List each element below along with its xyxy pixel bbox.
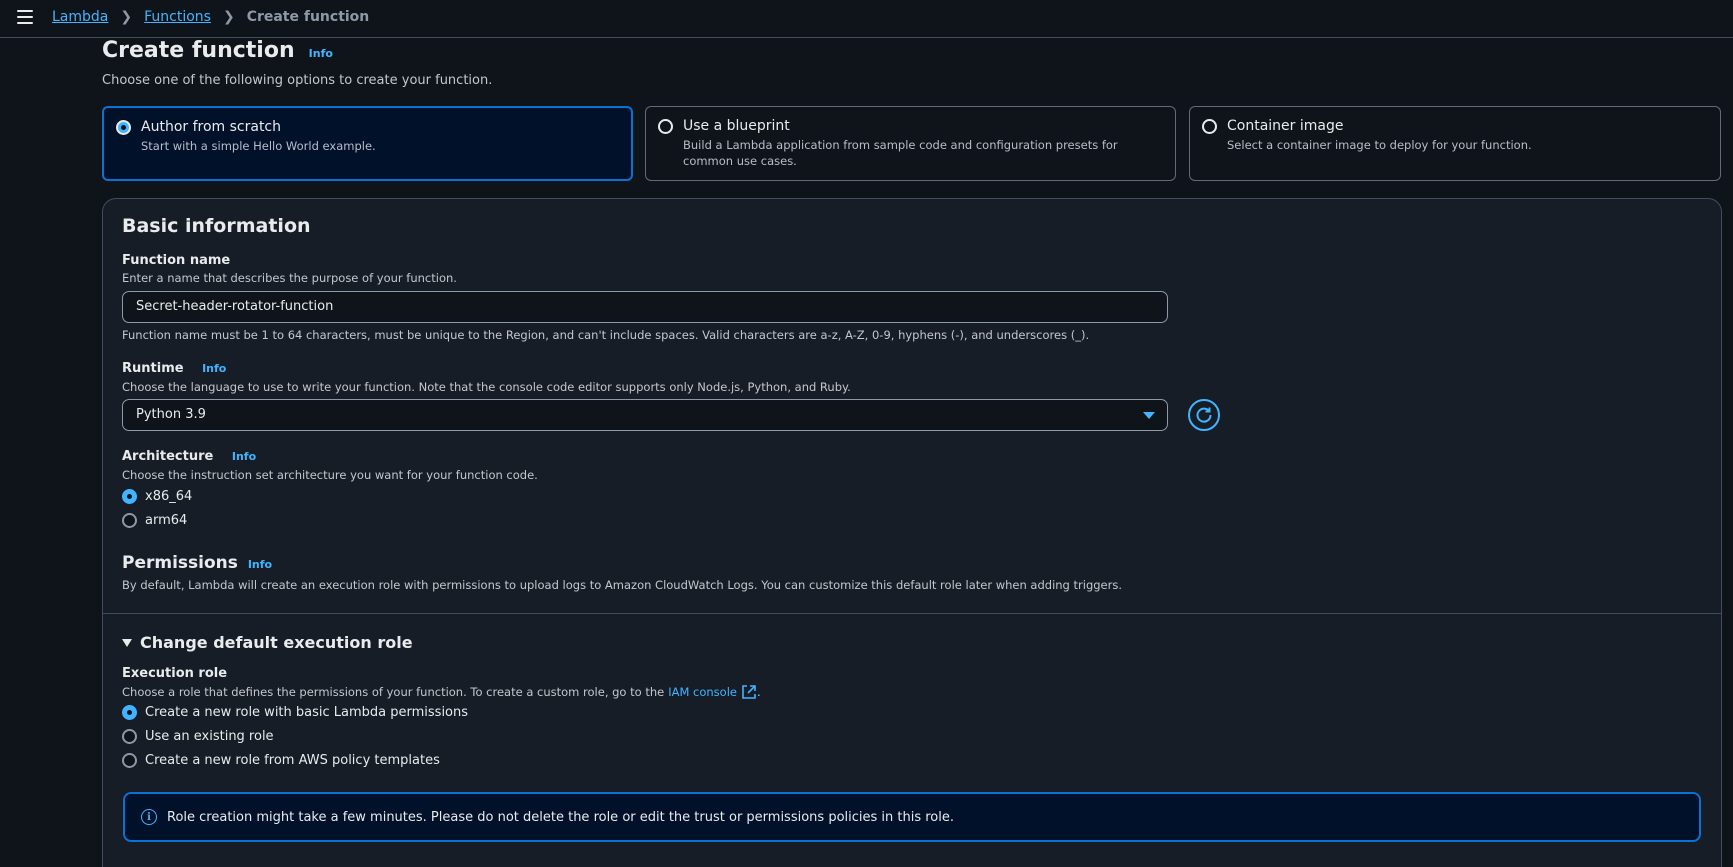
radio-label: Create a new role with basic Lambda perm… xyxy=(145,705,469,720)
refresh-runtime-button[interactable] xyxy=(1188,399,1220,431)
runtime-label-text: Runtime xyxy=(122,361,184,376)
breadcrumb-current: Create function xyxy=(246,9,370,25)
permissions-heading: Permissions Info xyxy=(122,553,272,573)
caret-down-icon xyxy=(1143,412,1155,419)
change-execution-role-expander[interactable]: Change default execution role xyxy=(122,633,413,652)
role-creation-alert: i Role creation might take a few minutes… xyxy=(123,792,1701,842)
runtime-select-value: Python 3.9 xyxy=(136,407,206,422)
breadcrumb: Lambda ❯ Functions ❯ Create function xyxy=(52,9,369,25)
page-header: Create function Info xyxy=(102,38,333,63)
architecture-description: Choose the instruction set architecture … xyxy=(122,468,538,482)
radio-x86-64[interactable] xyxy=(122,489,137,504)
top-navigation: Lambda ❯ Functions ❯ Create function xyxy=(0,0,1733,38)
architecture-option-x86[interactable]: x86_64 xyxy=(122,489,192,504)
function-name-description: Enter a name that describes the purpose … xyxy=(122,271,457,285)
radio-new-role-basic[interactable] xyxy=(122,705,137,720)
caret-down-icon xyxy=(122,638,132,647)
alert-text: Role creation might take a few minutes. … xyxy=(167,809,955,825)
architecture-info-link[interactable]: Info xyxy=(232,450,256,463)
runtime-select[interactable]: Python 3.9 xyxy=(122,399,1168,431)
menu-icon[interactable] xyxy=(17,10,33,24)
radio-label: Create a new role from AWS policy templa… xyxy=(145,753,440,768)
page-description: Choose one of the following options to c… xyxy=(102,73,493,88)
option-description: Build a Lambda application from sample c… xyxy=(683,138,1118,168)
execution-role-description: Choose a role that defines the permissio… xyxy=(122,684,761,700)
function-name-constraint: Function name must be 1 to 64 characters… xyxy=(122,328,1090,342)
page-info-link[interactable]: Info xyxy=(309,47,333,60)
permissions-description: By default, Lambda will create an execut… xyxy=(122,578,1122,592)
role-option-policy-templates[interactable]: Create a new role from AWS policy templa… xyxy=(122,753,440,768)
basic-information-heading: Basic information xyxy=(122,215,311,237)
section-divider xyxy=(103,613,1721,614)
role-option-new-basic[interactable]: Create a new role with basic Lambda perm… xyxy=(122,705,468,720)
breadcrumb-lambda[interactable]: Lambda xyxy=(52,9,108,25)
expander-label: Change default execution role xyxy=(140,633,413,652)
option-description: Start with a simple Hello World example. xyxy=(141,139,376,153)
option-title: Use a blueprint xyxy=(683,118,790,134)
option-title: Author from scratch xyxy=(141,119,281,135)
radio-label: x86_64 xyxy=(145,489,193,504)
option-author-from-scratch[interactable]: Author from scratch Start with a simple … xyxy=(102,106,633,181)
option-container-image[interactable]: Container image Select a container image… xyxy=(1189,106,1721,181)
radio-label: Use an existing role xyxy=(145,729,274,744)
radio-label: arm64 xyxy=(145,513,188,528)
radio-arm64[interactable] xyxy=(122,513,137,528)
option-use-a-blueprint[interactable]: Use a blueprint Build a Lambda applicati… xyxy=(645,106,1176,181)
role-option-existing[interactable]: Use an existing role xyxy=(122,729,274,744)
architecture-label-text: Architecture xyxy=(122,449,214,464)
execution-role-label: Execution role xyxy=(122,666,228,681)
radio-author-from-scratch[interactable] xyxy=(116,120,131,135)
radio-policy-templates[interactable] xyxy=(122,753,137,768)
function-name-input[interactable]: Secret-header-rotator-function xyxy=(122,291,1168,323)
chevron-right-icon: ❯ xyxy=(120,9,133,25)
runtime-info-link[interactable]: Info xyxy=(202,362,226,375)
basic-information-panel: Basic information Function name Enter a … xyxy=(102,198,1722,867)
breadcrumb-functions[interactable]: Functions xyxy=(144,9,211,25)
external-link-icon[interactable] xyxy=(741,684,757,700)
permissions-heading-text: Permissions xyxy=(122,553,238,573)
radio-existing-role[interactable] xyxy=(122,729,137,744)
runtime-description: Choose the language to use to write your… xyxy=(122,380,851,394)
radio-use-a-blueprint[interactable] xyxy=(658,119,673,134)
refresh-icon xyxy=(1196,407,1212,423)
option-title: Container image xyxy=(1227,118,1344,134)
info-icon: i xyxy=(141,809,157,825)
option-description: Select a container image to deploy for y… xyxy=(1227,138,1532,152)
function-name-label: Function name xyxy=(122,253,231,268)
chevron-right-icon: ❯ xyxy=(222,9,235,25)
page-title: Create function xyxy=(102,38,295,63)
architecture-label: Architecture Info xyxy=(122,449,256,464)
radio-container-image[interactable] xyxy=(1202,119,1217,134)
iam-console-link[interactable]: IAM console xyxy=(668,685,737,699)
execution-role-description-text: Choose a role that defines the permissio… xyxy=(122,685,665,699)
execution-role-description-end: . xyxy=(756,685,761,699)
runtime-label: Runtime Info xyxy=(122,361,226,376)
architecture-option-arm64[interactable]: arm64 xyxy=(122,513,187,528)
permissions-info-link[interactable]: Info xyxy=(248,558,272,571)
